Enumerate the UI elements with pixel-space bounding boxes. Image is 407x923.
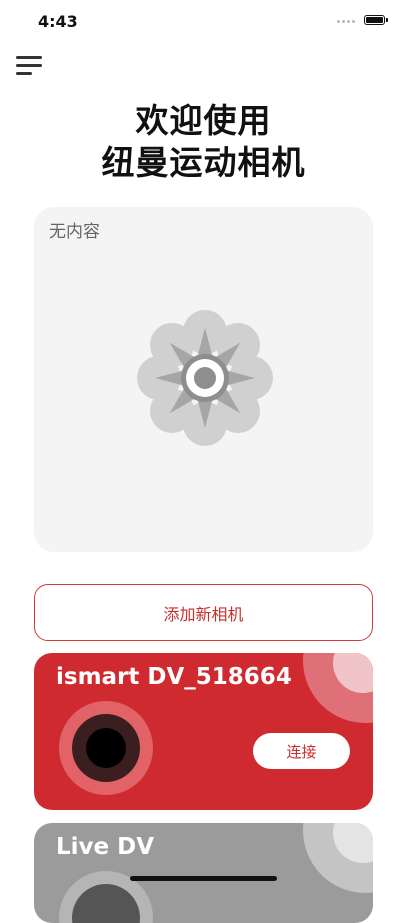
lens-center <box>86 728 126 768</box>
camera-card-livedv[interactable]: Live DV <box>34 823 373 923</box>
home-indicator[interactable] <box>130 876 277 881</box>
title-line-2: 纽曼运动相机 <box>101 143 306 182</box>
connect-button[interactable]: 连接 <box>253 733 350 769</box>
empty-label: 无内容 <box>49 222 100 242</box>
add-camera-button[interactable]: 添加新相机 <box>34 584 373 641</box>
camera-name: ismart DV_518664 <box>56 664 292 690</box>
title-line-1: 欢迎使用 <box>135 101 272 140</box>
status-bar: 4:43 <box>0 0 407 44</box>
battery-icon <box>364 15 388 25</box>
flower-placeholder-icon <box>137 310 273 446</box>
page-title: 欢迎使用 纽曼运动相机 <box>0 100 407 184</box>
signal-icon <box>337 20 355 23</box>
preview-card: 无内容 <box>34 207 373 552</box>
camera-card-ismart[interactable]: ismart DV_518664 连接 <box>34 653 373 810</box>
camera-name: Live DV <box>56 834 155 860</box>
status-time: 4:43 <box>38 12 78 31</box>
hamburger-menu-icon[interactable] <box>16 55 44 77</box>
